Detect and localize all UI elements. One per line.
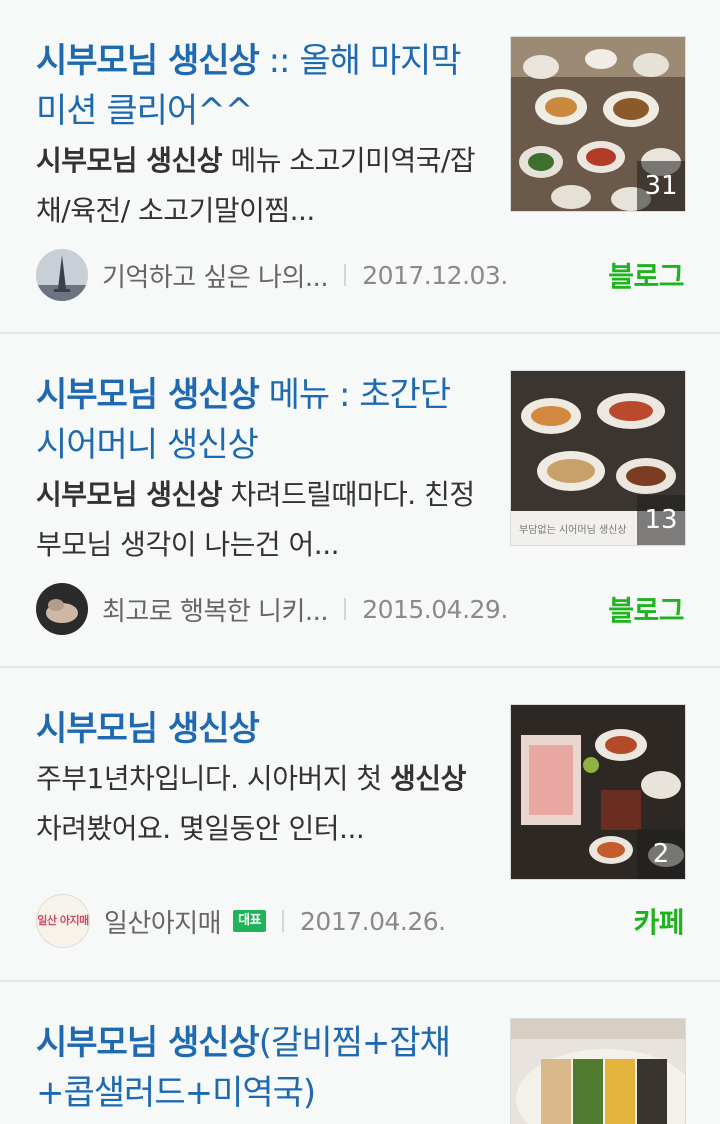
author-avatar[interactable]	[36, 583, 88, 635]
title-highlight: 시부모님 생신상	[36, 709, 260, 749]
representative-badge: 대표	[233, 910, 267, 932]
snippet-highlight: 시부모님 생신상	[36, 144, 223, 177]
source-label[interactable]: 블로그	[608, 255, 684, 295]
food-platter-image	[511, 1019, 685, 1124]
result-card[interactable]: 시부모님 생신상(갈비찜+잡채+콥샐러드+미역국)	[0, 982, 720, 1124]
result-title[interactable]: 시부모님 생신상 :: 올해 마지막 미션 클리어^^	[36, 36, 476, 136]
result-thumbnail[interactable]: 2	[510, 704, 686, 880]
title-highlight: 시부모님 생신상	[36, 375, 260, 415]
result-card[interactable]: 시부모님 생신상 :: 올해 마지막 미션 클리어^^ 시부모님 생신상 메뉴 …	[0, 0, 720, 334]
photo-count-badge: 2	[637, 829, 685, 879]
result-meta: 일산 아지매 일산아지매 대표 2017.04.26. 카페	[36, 894, 684, 948]
result-meta: 최고로 행복한 니키... 2015.04.29. 블로그	[36, 582, 684, 636]
result-thumbnail[interactable]: 31	[510, 36, 686, 212]
author-avatar[interactable]: 일산 아지매	[36, 894, 90, 948]
photo-count-badge: 13	[637, 495, 685, 545]
snippet-text: 차려봤어요. 몇일동안 인터...	[36, 812, 365, 845]
divider	[282, 910, 285, 932]
result-card[interactable]: 시부모님 생신상 주부1년차입니다. 시아버지 첫 생신상 차려봤어요. 몇일동…	[0, 668, 720, 982]
snippet-text: 주부1년차입니다. 시아버지 첫	[36, 762, 391, 795]
title-highlight: 시부모님 생신상	[36, 41, 260, 81]
result-title[interactable]: 시부모님 생신상(갈비찜+잡채+콥샐러드+미역국)	[36, 1018, 476, 1118]
hands-avatar-image	[36, 583, 88, 635]
post-date: 2017.04.26.	[300, 906, 446, 936]
source-label[interactable]: 카페	[633, 901, 684, 941]
author-name[interactable]: 최고로 행복한 니키...	[102, 591, 329, 628]
source-label[interactable]: 블로그	[608, 589, 684, 629]
result-card[interactable]: 시부모님 생신상 메뉴 : 초간단 시어머니 생신상 시부모님 생신상 차려드릴…	[0, 334, 720, 668]
result-title[interactable]: 시부모님 생신상	[36, 704, 476, 754]
cafe-logo-text: 일산 아지매	[37, 914, 89, 927]
post-date: 2015.04.29.	[362, 594, 508, 624]
search-results-feed: 시부모님 생신상 :: 올해 마지막 미션 클리어^^ 시부모님 생신상 메뉴 …	[0, 0, 720, 1124]
title-highlight: 시부모님 생신상	[36, 1023, 260, 1063]
divider	[344, 598, 347, 620]
result-snippet: 시부모님 생신상 차려드릴때마다. 친정 부모님 생각이 나는건 어...	[36, 470, 476, 570]
snippet-highlight: 생신상	[390, 762, 466, 795]
result-title[interactable]: 시부모님 생신상 메뉴 : 초간단 시어머니 생신상	[36, 370, 476, 470]
snippet-highlight: 시부모님 생신상	[36, 478, 223, 511]
result-thumbnail[interactable]: 부담없는 시어머님 생신상 13	[510, 370, 686, 546]
author-avatar[interactable]	[36, 249, 88, 301]
post-date: 2017.12.03.	[362, 260, 508, 290]
result-thumbnail[interactable]	[510, 1018, 686, 1124]
result-snippet: 주부1년차입니다. 시아버지 첫 생신상 차려봤어요. 몇일동안 인터...	[36, 754, 476, 854]
author-name[interactable]: 기억하고 싶은 나의...	[102, 257, 329, 294]
divider	[344, 264, 347, 286]
result-meta: 기억하고 싶은 나의... 2017.12.03. 블로그	[36, 248, 684, 302]
thumbnail-caption: 부담없는 시어머님 생신상	[519, 523, 627, 536]
author-name[interactable]: 일산아지매	[104, 903, 222, 940]
photo-count-badge: 31	[637, 161, 685, 211]
eiffel-tower-avatar-image	[36, 249, 88, 301]
result-snippet: 시부모님 생신상 메뉴 소고기미역국/잡채/육전/ 소고기말이찜...	[36, 136, 476, 236]
